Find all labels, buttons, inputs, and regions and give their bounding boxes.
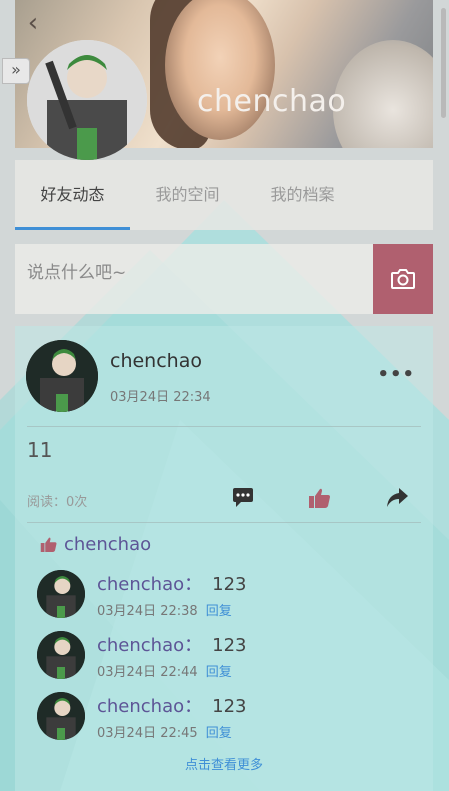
post-content: 11 <box>27 438 53 462</box>
post-time: 03月24日 22:34 <box>110 390 211 405</box>
banner-photo <box>165 0 275 140</box>
reply-link[interactable]: 回复 <box>206 604 232 619</box>
post-input-box[interactable]: 说点什么吧~ <box>15 244 433 314</box>
comment-author[interactable]: chenchao <box>97 635 184 656</box>
comment-avatar[interactable] <box>37 631 85 679</box>
tab-my-space[interactable]: 我的空间 <box>130 160 245 230</box>
like-icon <box>40 537 57 552</box>
comment-text: 123 <box>212 635 247 656</box>
comment-time: 03月24日 22:45 <box>97 726 198 741</box>
more-dots-icon[interactable]: ••• <box>377 364 415 385</box>
comment-avatar[interactable] <box>37 692 85 740</box>
read-count: 阅读：0次 <box>27 495 88 510</box>
reply-link[interactable]: 回复 <box>206 665 232 680</box>
avatar-illustration <box>26 340 98 412</box>
post-author-avatar[interactable] <box>26 340 98 412</box>
comment-avatar[interactable] <box>37 570 85 618</box>
comment-time: 03月24日 22:38 <box>97 604 198 619</box>
liked-by-user[interactable]: chenchao <box>64 534 151 555</box>
comment-separator: ： <box>184 635 203 656</box>
comment-meta: 03月24日 22:44 回复 <box>97 661 232 680</box>
scrollbar[interactable] <box>441 8 446 118</box>
tab-friends-feed[interactable]: 好友动态 <box>15 160 130 230</box>
post-input-placeholder[interactable]: 说点什么吧~ <box>27 258 126 283</box>
see-more-link[interactable]: 点击查看更多 <box>15 754 433 773</box>
divider <box>27 426 421 427</box>
comment-item: chenchao： 123 03月24日 22:38 回复 <box>37 570 417 626</box>
banner-username: chenchao <box>197 84 347 119</box>
comment-line: chenchao： 123 <box>97 631 247 657</box>
post-author-name[interactable]: chenchao <box>110 350 202 372</box>
reply-link[interactable]: 回复 <box>206 726 232 741</box>
avatar-illustration <box>37 570 85 618</box>
likes-row: chenchao <box>40 534 151 555</box>
comment-separator: ： <box>184 574 203 595</box>
comment-item: chenchao： 123 03月24日 22:45 回复 <box>37 692 417 748</box>
comment-time: 03月24日 22:44 <box>97 665 198 680</box>
divider <box>27 522 421 523</box>
comment-author[interactable]: chenchao <box>97 574 184 595</box>
avatar-illustration <box>37 692 85 740</box>
comment-meta: 03月24日 22:38 回复 <box>97 600 232 619</box>
tab-my-profile[interactable]: 我的档案 <box>245 160 360 230</box>
page: chenchao ‹ » 好友动态 我的空间 我的档案 说点什么吧~ chenc… <box>0 0 449 791</box>
camera-icon <box>391 269 415 289</box>
like-icon[interactable] <box>305 484 335 512</box>
comment-separator: ： <box>184 696 203 717</box>
camera-button[interactable] <box>373 244 433 314</box>
comment-line: chenchao： 123 <box>97 692 247 718</box>
avatar-illustration <box>27 40 147 160</box>
chevron-left-icon[interactable]: ‹ <box>22 10 44 36</box>
comment-item: chenchao： 123 03月24日 22:44 回复 <box>37 631 417 687</box>
avatar-illustration <box>37 631 85 679</box>
double-chevron-right-icon[interactable]: » <box>2 58 30 84</box>
comment-author[interactable]: chenchao <box>97 696 184 717</box>
profile-avatar[interactable] <box>27 40 147 160</box>
comment-text: 123 <box>212 574 247 595</box>
comment-text: 123 <box>212 696 247 717</box>
comment-line: chenchao： 123 <box>97 570 247 596</box>
comment-icon[interactable] <box>228 484 258 512</box>
feed-post-card: chenchao 03月24日 22:34 ••• 11 阅读：0次 chenc… <box>15 326 433 791</box>
tab-bar: 好友动态 我的空间 我的档案 <box>15 160 433 230</box>
banner-photo-shape <box>333 40 433 148</box>
share-icon[interactable] <box>382 484 412 512</box>
comment-meta: 03月24日 22:45 回复 <box>97 722 232 741</box>
